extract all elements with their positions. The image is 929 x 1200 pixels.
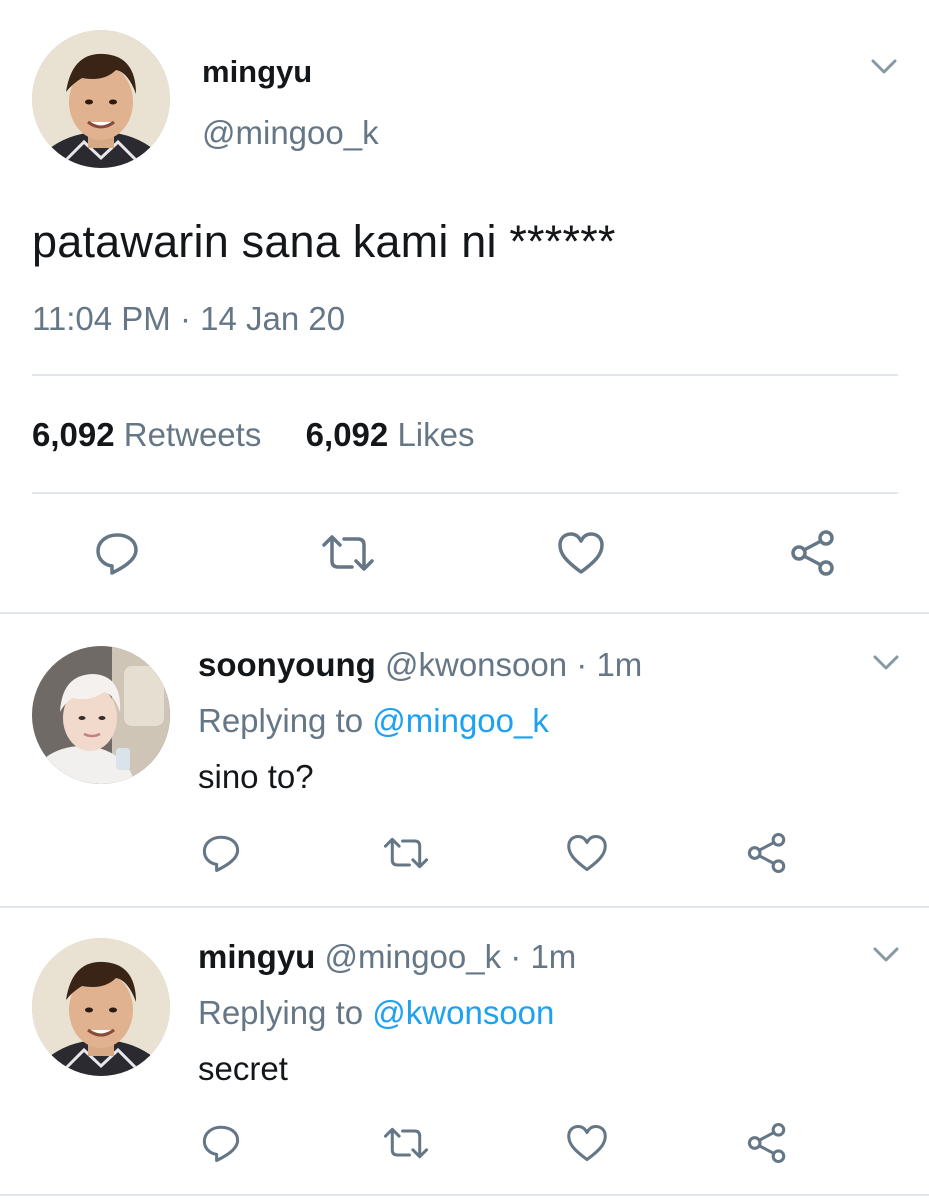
reply-button[interactable]: [198, 830, 244, 876]
replying-to: Replying to @kwonsoon: [198, 994, 554, 1032]
reply-separator: ·: [576, 646, 588, 683]
divider: [32, 374, 898, 376]
retweet-button[interactable]: [318, 526, 378, 580]
reply-icon: [202, 835, 240, 873]
chevron-down-icon: [873, 947, 899, 962]
tweet-text: patawarin sana kami ni ******: [32, 216, 616, 267]
retweet-button[interactable]: [380, 830, 432, 876]
avatar-soonyoung[interactable]: [32, 646, 170, 784]
replying-prefix: Replying to: [198, 702, 364, 739]
reply-age[interactable]: 1m: [530, 938, 576, 975]
avatar-photo: [32, 938, 170, 1076]
avatar-photo: [32, 30, 170, 168]
tweet-time: 11:04 PM: [32, 300, 171, 337]
reply-author-handle[interactable]: @kwonsoon: [385, 646, 567, 683]
avatar-photo: [32, 646, 170, 784]
reply-separator: ·: [510, 938, 522, 975]
retweets-label: Retweets: [123, 416, 262, 453]
like-button[interactable]: [564, 1120, 610, 1166]
tweet-date: 14 Jan 20: [200, 300, 346, 337]
like-button[interactable]: [564, 830, 610, 876]
like-button[interactable]: [554, 526, 608, 580]
likes-label: Likes: [397, 416, 475, 453]
divider: [32, 492, 898, 494]
likes-stat[interactable]: 6,092 Likes: [306, 416, 475, 453]
reply-button[interactable]: [198, 1120, 244, 1166]
share-icon: [791, 530, 834, 576]
avatar-mingyu[interactable]: [32, 30, 170, 168]
chevron-down-icon: [871, 59, 897, 74]
reply-icon: [96, 533, 138, 575]
divider: [0, 612, 929, 614]
reply-menu-button[interactable]: [872, 654, 902, 674]
replying-mention[interactable]: @mingoo_k: [372, 702, 549, 739]
reply-header: soonyoung @kwonsoon · 1m: [198, 646, 642, 684]
reply-age[interactable]: 1m: [596, 646, 642, 683]
divider: [0, 1194, 929, 1196]
share-button[interactable]: [744, 1120, 790, 1166]
reply-icon: [202, 1125, 240, 1163]
tweet-timestamp[interactable]: 11:04 PM · 14 Jan 20: [32, 300, 345, 338]
share-icon: [747, 832, 786, 874]
retweet-icon: [322, 535, 374, 571]
reply-header: mingyu @mingoo_k · 1m: [198, 938, 576, 976]
heart-icon: [567, 834, 607, 872]
share-button[interactable]: [786, 526, 840, 580]
avatar-mingyu[interactable]: [32, 938, 170, 1076]
tweet-stats: 6,092 Retweets 6,092 Likes: [32, 416, 474, 454]
reply-text: secret: [198, 1050, 288, 1087]
likes-count: 6,092: [305, 416, 389, 453]
replying-to: Replying to @mingoo_k: [198, 702, 549, 740]
author-handle[interactable]: @mingoo_k: [202, 114, 379, 152]
meta-separator: ·: [179, 300, 191, 337]
reply-author-handle[interactable]: @mingoo_k: [325, 938, 502, 975]
replying-mention[interactable]: @kwonsoon: [372, 994, 554, 1031]
reply-menu-button[interactable]: [872, 946, 902, 966]
retweets-stat[interactable]: 6,092 Retweets: [32, 416, 271, 453]
reply-button[interactable]: [90, 526, 144, 580]
reply-author-name[interactable]: soonyoung: [198, 646, 376, 683]
reply-text: sino to?: [198, 758, 314, 795]
heart-icon: [558, 532, 604, 574]
tweet-menu-button[interactable]: [870, 58, 900, 78]
reply-author-name[interactable]: mingyu: [198, 938, 315, 975]
retweets-count: 6,092: [32, 416, 115, 453]
heart-icon: [567, 1124, 607, 1162]
retweet-icon: [383, 837, 429, 869]
replying-prefix: Replying to: [198, 994, 364, 1031]
retweet-button[interactable]: [380, 1120, 432, 1166]
chevron-down-icon: [873, 655, 899, 670]
retweet-icon: [383, 1127, 429, 1159]
share-button[interactable]: [744, 830, 790, 876]
share-icon: [747, 1122, 786, 1164]
divider: [0, 906, 929, 908]
author-name[interactable]: mingyu: [202, 54, 312, 90]
